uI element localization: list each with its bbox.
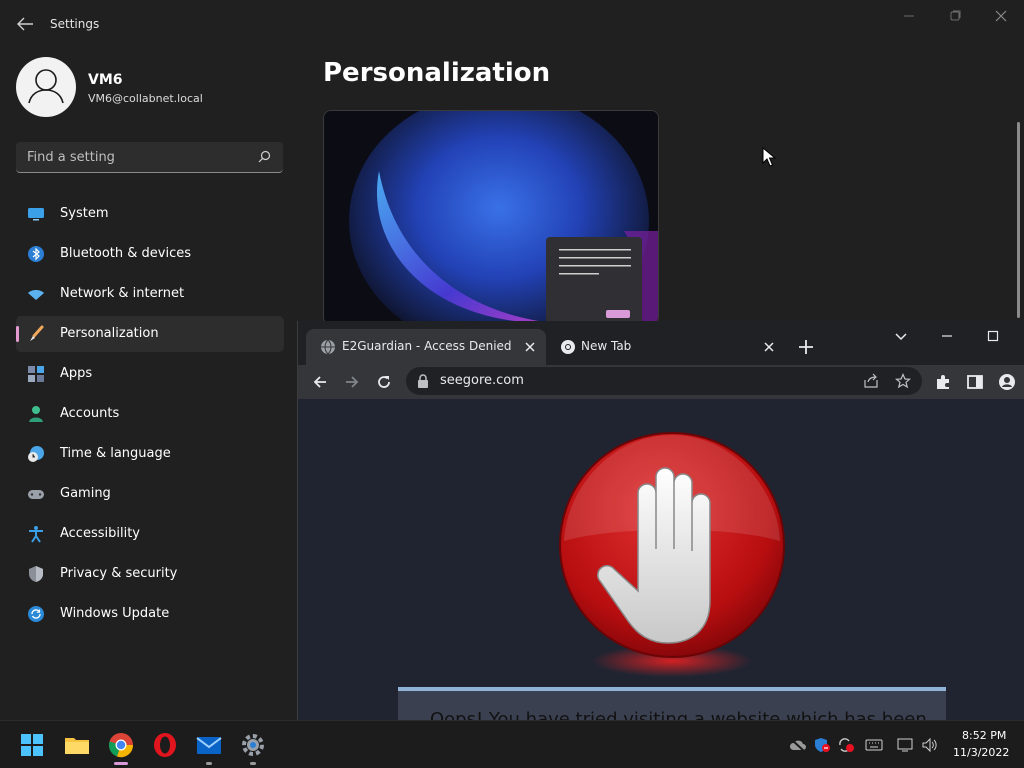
settings-titlebar: Settings [0, 0, 1024, 48]
close-icon[interactable] [991, 8, 1011, 24]
sidebar-item-gaming[interactable]: Gaming [16, 476, 284, 512]
wifi-icon [28, 290, 44, 300]
sidebar-item-apps[interactable]: Apps [16, 356, 284, 392]
user-icon [28, 69, 64, 104]
clock-date[interactable]: 11/3/2022 [953, 746, 1009, 759]
wallpaper-bloom-image [324, 111, 658, 324]
apps-icon [28, 366, 44, 382]
blocked-page-content: Oops! You have tried visiting a website … [298, 399, 1024, 720]
chevron-down-icon[interactable] [893, 329, 909, 345]
search-input[interactable] [16, 142, 246, 172]
sync-error-icon[interactable] [837, 737, 855, 753]
star-icon[interactable] [895, 373, 911, 389]
globe-icon [321, 339, 335, 355]
browser-minimize-icon[interactable] [939, 328, 955, 344]
volume-icon[interactable] [921, 737, 939, 753]
taskbar: 8:52 PM 11/3/2022 [0, 720, 1024, 768]
page-title: Personalization [323, 58, 551, 88]
file-explorer-icon[interactable] [63, 731, 91, 759]
block-message-text: Oops! You have tried visiting a website … [430, 709, 927, 720]
settings-search [16, 142, 283, 173]
profile-email: VM6@collabnet.local [88, 92, 203, 105]
side-panel-icon[interactable] [966, 373, 984, 391]
sidebar-item-system[interactable]: System [16, 196, 284, 232]
address-bar[interactable]: seegore.com [406, 367, 922, 395]
clock-time[interactable]: 8:52 PM [962, 729, 1006, 742]
security-shield-icon[interactable] [813, 737, 831, 753]
minimize-icon[interactable] [899, 8, 919, 24]
mail-icon[interactable] [195, 731, 223, 759]
stop-hand-icon [559, 432, 785, 677]
theme-preview[interactable] [323, 110, 659, 325]
settings-scrollbar[interactable] [1017, 122, 1020, 318]
desktop: Settings VM6 VM6@collabnet.local System [0, 0, 1024, 768]
sidebar-item-personalization[interactable]: Personalization [16, 316, 284, 352]
mouse-cursor-icon [762, 147, 776, 167]
restore-icon[interactable] [945, 8, 965, 24]
block-message-box: Oops! You have tried visiting a website … [398, 687, 946, 720]
browser-maximize-icon[interactable] [985, 328, 1001, 344]
settings-app-title: Settings [50, 17, 100, 31]
settings-gear-icon[interactable] [239, 731, 267, 759]
profile-icon[interactable] [998, 373, 1016, 391]
lock-icon[interactable] [417, 374, 429, 388]
sidebar-item-time-language[interactable]: Time & language [16, 436, 284, 472]
browser-window: E2Guardian - Access Denied New Tab seego… [297, 321, 1024, 720]
sidebar-item-windows-update[interactable]: Windows Update [16, 596, 284, 632]
opera-icon[interactable] [151, 731, 179, 759]
back-arrow-icon[interactable] [311, 373, 329, 391]
network-monitor-icon[interactable] [897, 737, 915, 753]
settings-running-indicator [250, 762, 256, 765]
reload-icon[interactable] [375, 373, 393, 391]
sidebar-item-privacy[interactable]: Privacy & security [16, 556, 284, 592]
keyboard-icon[interactable] [865, 737, 883, 753]
tab-close-icon[interactable] [522, 339, 538, 355]
accessibility-icon [29, 526, 43, 543]
onedrive-off-icon[interactable] [789, 737, 807, 753]
chrome-icon[interactable] [107, 731, 135, 759]
tab-access-denied[interactable]: E2Guardian - Access Denied [306, 329, 546, 365]
bluetooth-icon [28, 246, 44, 262]
tab-strip: E2Guardian - Access Denied New Tab [298, 321, 1024, 365]
profile-name: VM6 [88, 72, 123, 88]
brush-icon [30, 325, 44, 341]
avatar[interactable] [16, 57, 76, 117]
chrome-running-indicator [114, 762, 128, 765]
sidebar-item-network[interactable]: Network & internet [16, 276, 284, 312]
clock-globe-icon [28, 446, 44, 462]
extensions-puzzle-icon[interactable] [934, 373, 952, 391]
settings-nav: System Bluetooth & devices Network & int… [16, 196, 284, 636]
update-icon [28, 606, 44, 622]
forward-arrow-icon[interactable] [343, 373, 361, 391]
sidebar-item-accounts[interactable]: Accounts [16, 396, 284, 432]
gamepad-icon [28, 490, 44, 499]
browser-toolbar: seegore.com [298, 365, 1024, 399]
back-arrow-icon[interactable] [14, 14, 36, 34]
monitor-icon [28, 208, 44, 221]
person-icon [29, 406, 43, 422]
mail-running-indicator [206, 762, 212, 765]
new-tab-plus-icon[interactable] [796, 337, 816, 357]
shield-icon [29, 566, 43, 582]
sidebar-item-accessibility[interactable]: Accessibility [16, 516, 284, 552]
share-icon[interactable] [863, 373, 879, 389]
url-text: seegore.com [440, 373, 524, 388]
chrome-icon [561, 340, 575, 354]
windows-start-icon[interactable] [18, 731, 46, 759]
tab-new-tab[interactable]: New Tab [546, 329, 786, 365]
tab-close-icon[interactable] [761, 339, 777, 355]
sidebar-item-bluetooth[interactable]: Bluetooth & devices [16, 236, 284, 272]
search-icon[interactable] [256, 149, 272, 165]
